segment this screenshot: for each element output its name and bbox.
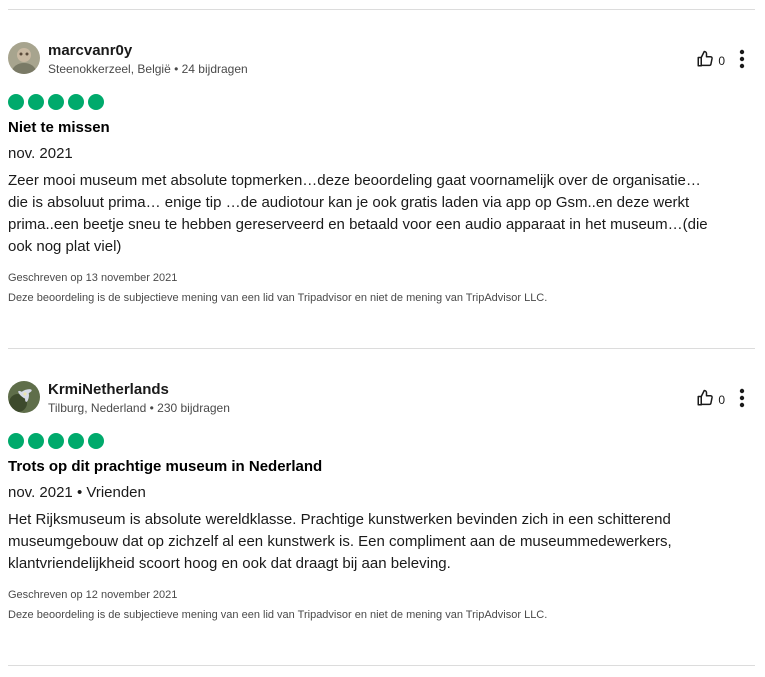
review-date: nov. 2021	[8, 484, 73, 501]
review-disclaimer: Deze beoordeling is de subjectieve menin…	[8, 292, 548, 304]
bubble-rating	[8, 94, 755, 110]
more-vertical-icon	[739, 388, 745, 413]
rating-bubble	[48, 94, 64, 110]
rating-bubble	[28, 433, 44, 449]
review-body: Het Rijksmuseum is absolute wereldklasse…	[8, 511, 672, 572]
review-header: marcvanr0y Steenokkerzeel, België • 24 b…	[8, 42, 755, 82]
user-location: Tilburg, Nederland	[48, 401, 147, 415]
review-actions: 0	[696, 388, 745, 413]
like-count: 0	[718, 54, 725, 68]
bubble-rating	[8, 433, 755, 449]
review-divider	[8, 9, 755, 10]
helpful-vote-button[interactable]: 0	[696, 389, 725, 412]
thumbs-up-icon	[696, 389, 714, 412]
rating-bubble	[28, 94, 44, 110]
review-date-line: nov. 2021 • Vrienden	[8, 483, 755, 503]
rating-bubble	[88, 433, 104, 449]
user-meta: Tilburg, Nederland • 230 bijdragen	[48, 401, 230, 415]
like-count: 0	[718, 393, 725, 407]
review-header: KrmiNetherlands Tilburg, Nederland • 230…	[8, 381, 755, 421]
more-options-button[interactable]	[739, 49, 745, 74]
written-date: Geschreven op 13 november 2021	[8, 272, 178, 284]
helpful-vote-button[interactable]: 0	[696, 50, 725, 73]
review-divider	[8, 665, 755, 666]
more-options-button[interactable]	[739, 388, 745, 413]
user-name[interactable]: marcvanr0y	[48, 42, 132, 59]
user-contributions: 24 bijdragen	[181, 62, 248, 76]
user-location: Steenokkerzeel, België	[48, 62, 171, 76]
review-title[interactable]: Niet te missen	[8, 118, 755, 138]
meta-separator: •	[146, 401, 158, 415]
more-vertical-icon	[739, 49, 745, 74]
review-date: nov. 2021	[8, 145, 73, 162]
review-body: Zeer mooi museum met absolute topmerken……	[8, 172, 708, 255]
rating-bubble	[88, 94, 104, 110]
written-date: Geschreven op 12 november 2021	[8, 589, 178, 601]
date-separator: •	[72, 484, 87, 501]
review-date-line: nov. 2021	[8, 144, 755, 164]
rating-bubble	[68, 433, 84, 449]
review-disclaimer: Deze beoordeling is de subjectieve menin…	[8, 609, 548, 621]
rating-bubble	[8, 94, 24, 110]
user-meta: Steenokkerzeel, België • 24 bijdragen	[48, 62, 248, 76]
avatar[interactable]	[8, 42, 40, 74]
rating-bubble	[48, 433, 64, 449]
review-actions: 0	[696, 49, 745, 74]
avatar[interactable]	[8, 381, 40, 413]
trip-type: Vrienden	[86, 484, 146, 501]
user-name[interactable]: KrmiNetherlands	[48, 381, 169, 398]
user-contributions: 230 bijdragen	[157, 401, 230, 415]
thumbs-up-icon	[696, 50, 714, 73]
meta-separator: •	[170, 62, 182, 76]
review-card: KrmiNetherlands Tilburg, Nederland • 230…	[8, 381, 755, 621]
review-title[interactable]: Trots op dit prachtige museum in Nederla…	[8, 457, 755, 477]
review-card: marcvanr0y Steenokkerzeel, België • 24 b…	[8, 42, 755, 304]
rating-bubble	[68, 94, 84, 110]
review-divider	[8, 348, 755, 349]
rating-bubble	[8, 433, 24, 449]
